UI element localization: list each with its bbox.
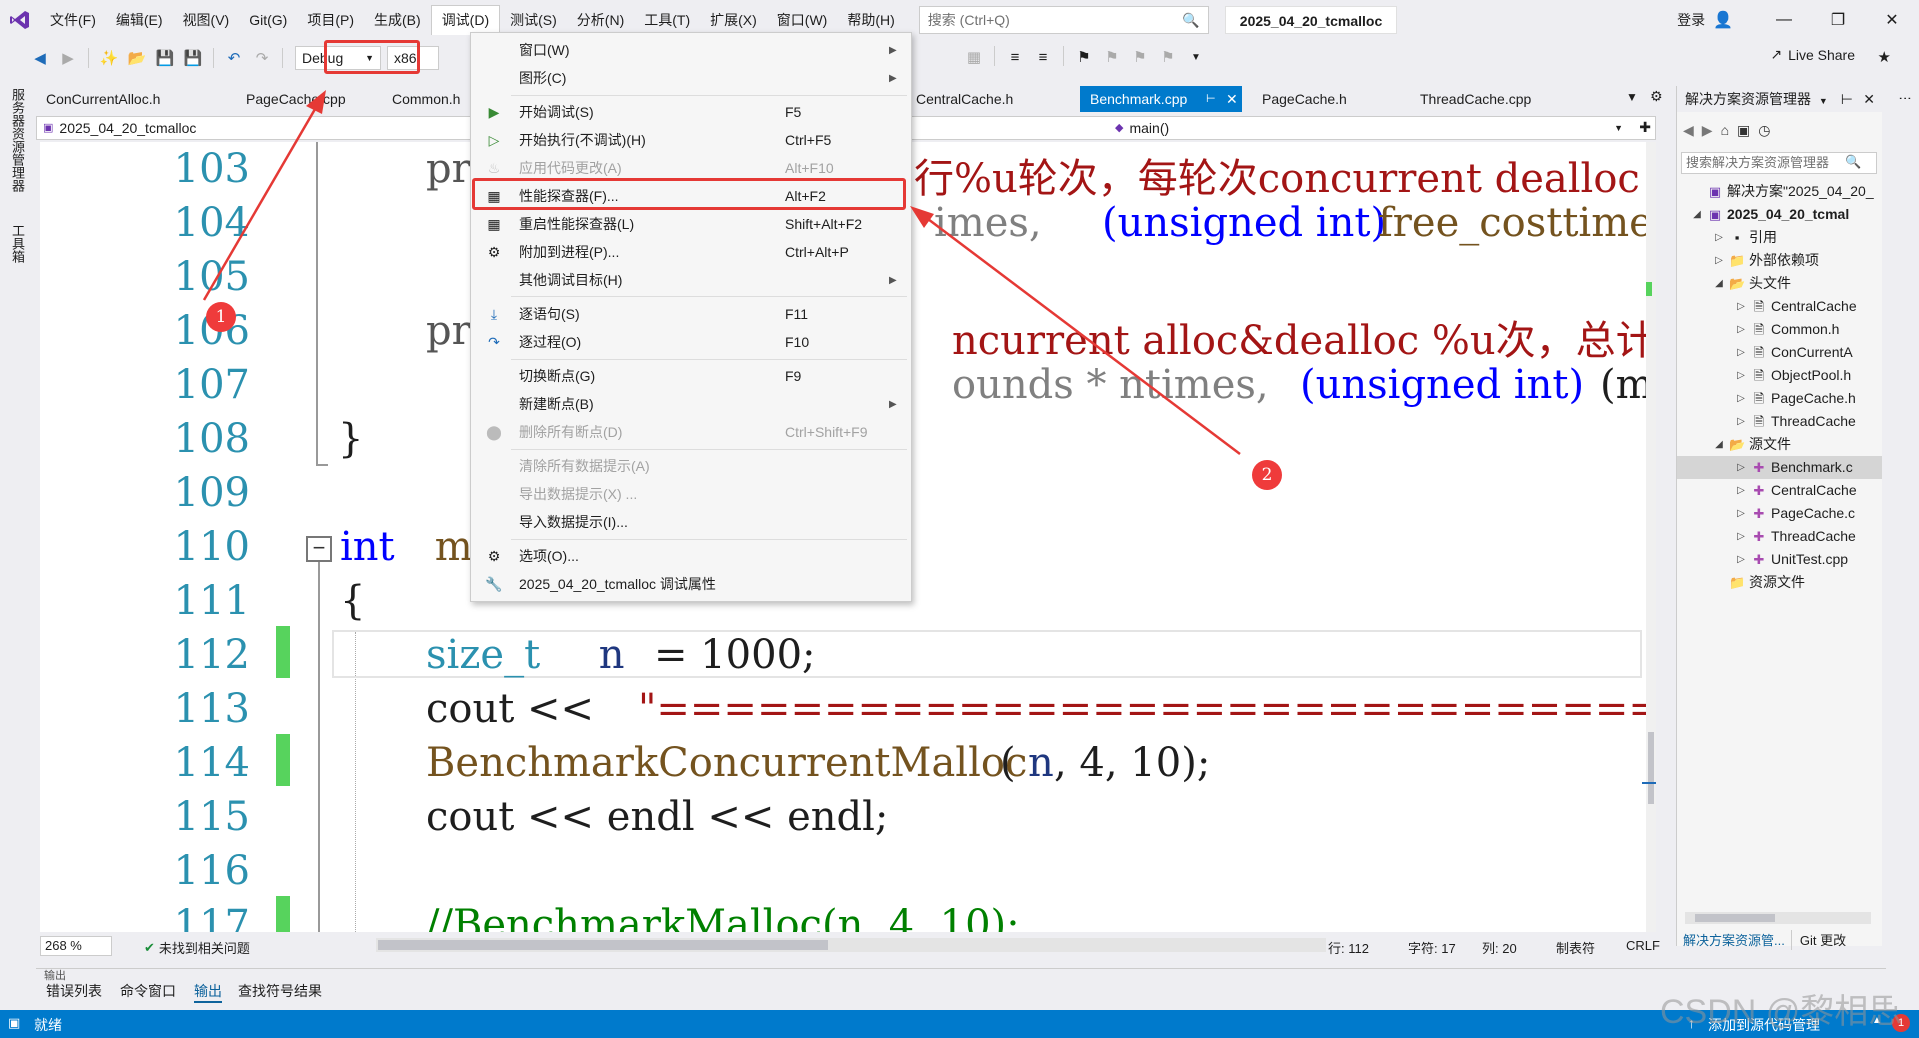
annotation-badge-1: 1 — [206, 302, 236, 332]
annotation-arrows — [202, 90, 1241, 455]
annotation-badge-2: 2 — [1252, 460, 1282, 490]
arrow-2-line — [923, 215, 1241, 455]
arrow-2-head — [910, 206, 934, 228]
arrow-1-line — [202, 103, 320, 301]
arrow-1-head — [306, 90, 326, 114]
